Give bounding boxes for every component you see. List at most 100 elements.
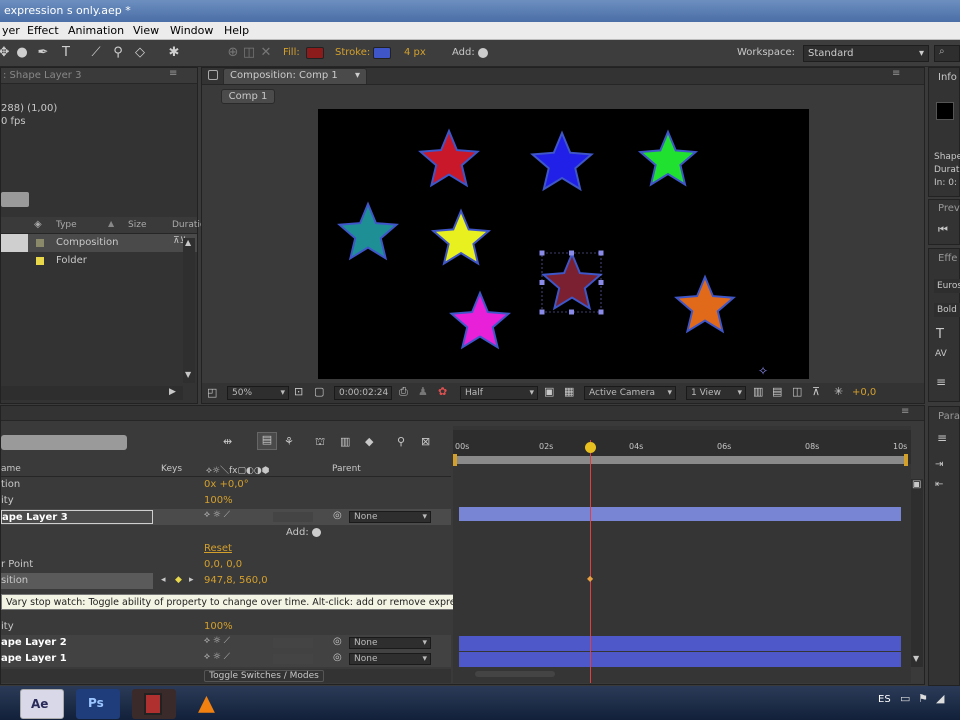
after-effects-taskbar-icon[interactable]: Ae (20, 689, 64, 719)
property-value[interactable]: 947,8, 560,0 (204, 575, 268, 586)
scroll-down-icon[interactable]: ▼ (913, 654, 919, 663)
comp-subtab[interactable]: Comp 1 (221, 89, 275, 104)
property-value[interactable]: 100% (204, 495, 233, 506)
resolution-select[interactable]: Half ▾ (460, 386, 538, 400)
layer-row-shape-layer-3[interactable]: ape Layer 3 ⟡ ☼ ⟋ ◎ None ▾ (1, 509, 451, 525)
work-area-start-handle[interactable] (453, 454, 457, 466)
fill-color-swatch[interactable] (306, 47, 324, 59)
property-row-rotation[interactable]: tion 0x +0,0° (1, 477, 451, 493)
property-value[interactable]: 0x +0,0° (204, 479, 249, 490)
eraser-tool-icon[interactable]: ◇ (132, 45, 148, 61)
keyframe-diamond-icon[interactable]: ◆ (175, 575, 182, 585)
playhead-handle[interactable] (585, 442, 596, 453)
toggle-switches-modes-button[interactable]: Toggle Switches / Modes (204, 670, 324, 682)
transform-handle[interactable] (569, 309, 574, 315)
mask-visibility-icon[interactable]: ▢ (314, 385, 324, 398)
star-shape-3[interactable] (637, 129, 699, 187)
brush-tool-icon[interactable]: ⟋ (88, 45, 104, 61)
hand-tool-icon[interactable]: ✥ (0, 45, 12, 61)
scroll-up-icon[interactable]: ▲ (185, 238, 191, 247)
para-tab-label[interactable]: Para (938, 411, 960, 422)
col-layer-name[interactable]: ame (1, 464, 21, 474)
pickwhip-icon[interactable]: ◎ (333, 652, 342, 663)
layer-switch-boxes[interactable] (273, 654, 313, 664)
text-tool-icon[interactable]: T (58, 45, 74, 61)
toggle-pixel-icon[interactable]: ▥ (753, 385, 763, 398)
layer-switch-boxes[interactable] (273, 638, 313, 648)
timeline-graph-area[interactable]: 00s 02s 04s 06s 08s 10s ◆ (453, 426, 911, 683)
transform-handle[interactable] (598, 250, 604, 256)
menu-animation[interactable]: Animation (68, 24, 124, 37)
flowchart-icon[interactable]: ⊼ (812, 385, 820, 398)
next-keyframe-icon[interactable]: ▸ (189, 575, 194, 585)
menu-window[interactable]: Window (170, 24, 213, 37)
menu-effect[interactable]: Effect (27, 24, 59, 37)
menu-layer[interactable]: yer (2, 24, 20, 37)
composition-viewer[interactable]: ✧ (318, 109, 809, 379)
current-time-field[interactable]: 0:00:02:24 (334, 386, 392, 400)
timeline-zoom-slider[interactable] (475, 671, 555, 677)
exposure-value[interactable]: +0,0 (852, 387, 876, 398)
clone-stamp-icon[interactable]: ⚲ (110, 45, 126, 61)
menu-help[interactable]: Help (224, 24, 249, 37)
scroll-down-icon[interactable]: ▼ (185, 370, 191, 379)
panel-menu-icon[interactable]: ≡ (169, 68, 177, 79)
timeline-icon[interactable]: ◫ (792, 385, 802, 398)
property-row-position[interactable]: sition ◂ ◆ ▸ 947,8, 560,0 (1, 573, 451, 589)
property-row-opacity[interactable]: ity 100% (1, 493, 451, 509)
transform-handle[interactable] (569, 250, 574, 256)
property-row-transform[interactable]: Reset (1, 541, 451, 557)
star-shape-2[interactable] (530, 130, 594, 192)
transform-handle[interactable] (539, 309, 545, 315)
search-help-input[interactable]: ⌕ (934, 45, 960, 62)
transform-handle[interactable] (539, 250, 545, 256)
parent-select[interactable]: None ▾ (349, 637, 431, 649)
layer-bar-shape-layer-2[interactable] (459, 636, 901, 651)
fast-preview-icon[interactable]: ▤ (772, 385, 782, 398)
transparency-grid-icon[interactable]: ▦ (564, 385, 574, 398)
property-row-anchor-point[interactable]: r Point 0,0, 0,0 (1, 557, 451, 573)
prev-keyframe-icon[interactable]: ◂ (161, 575, 166, 585)
pickwhip-icon[interactable]: ◎ (333, 510, 342, 521)
motion-blur-icon[interactable]: ▥ (340, 435, 350, 448)
star-shape-7[interactable] (449, 290, 511, 350)
tab-composition[interactable]: Composition: Comp 1 ▾ (223, 68, 367, 84)
property-value[interactable]: 100% (204, 621, 233, 632)
star-shape-8[interactable] (674, 274, 736, 334)
menu-view[interactable]: View (133, 24, 159, 37)
view-axis-icon[interactable]: ✕ (258, 45, 274, 61)
star-shape-5[interactable] (430, 208, 492, 266)
camera-select[interactable]: Active Camera ▾ (584, 386, 676, 400)
pickwhip-icon[interactable]: ◎ (333, 636, 342, 647)
reset-link[interactable]: Reset (204, 543, 232, 554)
graph-editor-icon[interactable]: ⊠ (421, 435, 430, 448)
hide-shy-layers-icon[interactable]: ⚘ (284, 435, 294, 448)
draft-3d-icon[interactable]: ▤ (257, 432, 277, 450)
first-frame-icon[interactable]: ⏮ (938, 223, 948, 237)
font-family-select[interactable]: Euros (934, 279, 960, 293)
layer-row-shape-layer-1[interactable]: ape Layer 1 ⟡ ☼ ⟋ ◎ None ▾ (1, 651, 451, 667)
parent-select[interactable]: None ▾ (349, 653, 431, 665)
project-item-folder[interactable]: Folder (1, 252, 197, 270)
timeline-search-input[interactable] (1, 435, 127, 450)
preview-tab-label[interactable]: Previ (938, 203, 960, 214)
star-shape-1[interactable] (418, 128, 480, 188)
lock-icon[interactable] (208, 70, 218, 80)
safe-margins-icon[interactable]: ⊡ (294, 385, 303, 398)
view-layout-select[interactable]: 1 View ▾ (686, 386, 746, 400)
language-indicator[interactable]: ES (878, 694, 891, 705)
align-left-icon[interactable]: ≡ (937, 431, 947, 445)
transform-handle[interactable] (539, 280, 545, 285)
layer-switch-boxes[interactable] (273, 512, 313, 522)
photoshop-taskbar-icon[interactable]: Ps (76, 689, 120, 719)
tray-flag-icon[interactable]: ⚑ (918, 692, 928, 705)
parent-select[interactable]: None ▾ (349, 511, 431, 523)
col-size-header[interactable]: Size (128, 220, 146, 230)
project-search-input[interactable] (1, 192, 29, 207)
exposure-icon[interactable]: ✳ (834, 385, 843, 398)
scroll-right-icon[interactable]: ▶ (169, 387, 176, 397)
work-area-end-handle[interactable] (904, 454, 908, 466)
font-style-select[interactable]: Bold (934, 303, 960, 317)
chevron-down-icon[interactable]: ▾ (355, 70, 360, 81)
time-ruler[interactable]: 00s 02s 04s 06s 08s 10s (453, 430, 911, 466)
